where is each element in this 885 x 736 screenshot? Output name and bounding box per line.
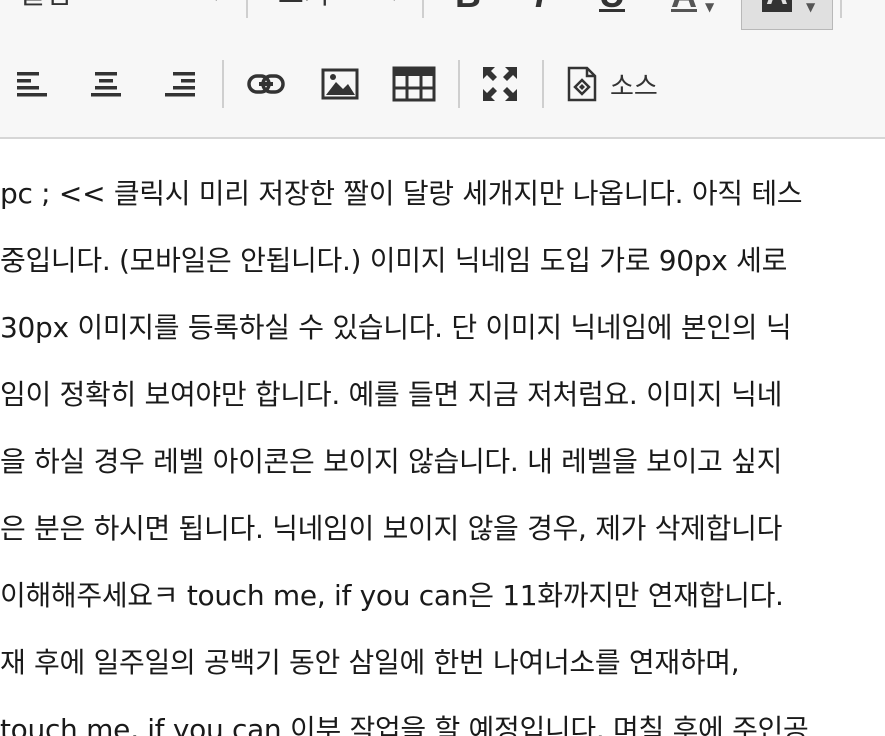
content-line: 은 분은 하시면 됩니다. 닉네임이 보이지 않을 경우, 제가 삭제합니다 [0,512,783,545]
font-size-value: 크기 [278,0,330,10]
underline-button[interactable]: U [592,0,632,18]
align-left-button[interactable] [12,62,52,106]
chevron-down-icon: ▼ [806,0,816,14]
chevron-down-icon: ▼ [388,0,400,16]
content-line: 30px 이미지를 등록하실 수 있습니다. 단 이미지 닉네임에 본인의 닉 [0,311,792,344]
italic-button[interactable]: I [520,0,560,18]
align-left-icon [17,72,47,97]
align-right-icon [165,72,195,97]
editor-toolbar: 굴림 ▼ 크기 ▼ B I U A ▼ A ▼ [0,0,885,139]
bold-button[interactable]: B [448,0,488,18]
toolbar-row-2: 소스 [0,56,885,112]
toolbar-separator [840,0,842,18]
bg-color-glyph: A [762,0,792,12]
font-color-button[interactable]: A [664,0,704,18]
align-center-icon [91,72,121,97]
content-line: 을 하실 경우 레벨 아이콘은 보이지 않습니다. 내 레벨을 보이고 싶지 [0,445,783,478]
font-family-select[interactable]: 굴림 ▼ [20,0,230,16]
image-button[interactable] [318,62,362,106]
toolbar-separator [246,0,248,18]
font-family-value: 굴림 [20,0,72,10]
link-icon [247,74,285,94]
content-line: 중입니다. (모바일은 안됩니다.) 이미지 닉네임 도입 가로 90px 세로 [0,244,788,277]
chevron-down-icon: ▼ [705,0,715,14]
toolbar-row-1: 굴림 ▼ 크기 ▼ B I U A ▼ A ▼ [0,0,885,32]
content-line: 재 후에 일주일의 공백기 동안 삼일에 한번 나여너소를 연재하며, [0,646,740,679]
toolbar-separator [542,60,544,108]
toolbar-separator [222,60,224,108]
align-right-button[interactable] [160,62,200,106]
editor-content[interactable]: pc ; << 클릭시 미리 저장한 짤이 달랑 세개지만 나옵니다. 아직 테… [0,140,885,736]
toolbar-separator [422,0,424,18]
source-button[interactable]: 소스 [566,62,676,106]
source-label: 소스 [610,71,658,102]
table-button[interactable] [390,62,438,106]
content-line: pc ; << 클릭시 미리 저장한 짤이 달랑 세개지만 나옵니다. 아직 테… [0,177,803,210]
align-center-button[interactable] [86,62,126,106]
content-line: touch me, if you can 이부 작업을 할 예정입니다. 며칠 … [0,713,809,736]
maximize-icon [483,67,517,101]
bg-color-button[interactable]: A [755,0,799,18]
toolbar-separator [458,60,460,108]
fullscreen-button[interactable] [478,62,522,106]
chevron-down-icon: ▼ [210,0,222,16]
link-button[interactable] [244,62,288,106]
image-icon [321,68,359,100]
content-line: 임이 정확히 보여야만 합니다. 예를 들면 지금 저처럼요. 이미지 닉네 [0,378,783,411]
font-size-select[interactable]: 크기 ▼ [278,0,408,16]
source-code-icon [567,66,597,102]
content-line: 이해해주세요ㅋ touch me, if you can은 11화까지만 연재합… [0,579,784,612]
table-icon [392,66,436,102]
